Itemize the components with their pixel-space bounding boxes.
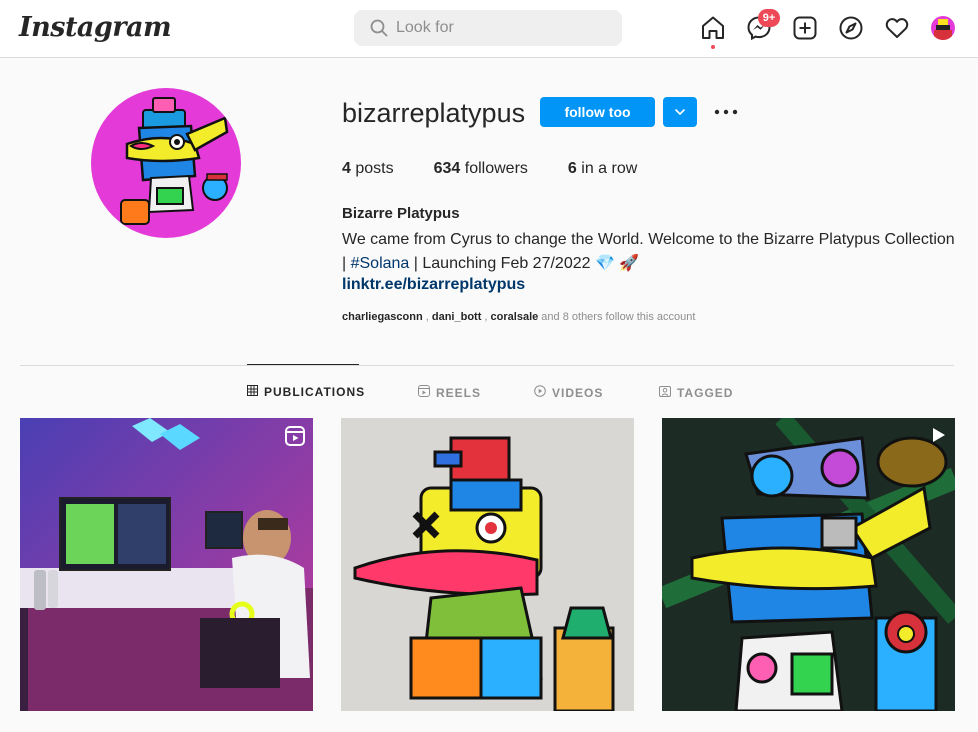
active-tab-indicator (247, 364, 359, 365)
follower-username[interactable]: dani_bott (432, 311, 482, 323)
search-icon (370, 19, 388, 42)
posts-count: 4 (342, 160, 351, 177)
tab-label: PUBLICATIONS (264, 385, 366, 399)
activity-heart-icon[interactable] (884, 15, 910, 41)
follower-username[interactable]: coralsale (491, 311, 539, 323)
reels-icon (285, 426, 305, 451)
tab-publications[interactable]: PUBLICATIONS (247, 385, 365, 399)
play-icon (929, 426, 947, 449)
active-indicator-dot (711, 45, 715, 49)
tabs-divider (20, 365, 954, 366)
new-post-icon[interactable] (792, 15, 818, 41)
more-options-button[interactable] (713, 102, 739, 122)
messenger-badge: 9+ (758, 9, 780, 27)
tab-tagged[interactable]: TAGGED (659, 385, 733, 400)
bio-prefix: | (342, 255, 351, 272)
bio-line-1: We came from Cyrus to change the World. … (342, 231, 955, 248)
profile-external-link[interactable]: linktr.ee/bizarreplatypus (342, 276, 525, 294)
tab-videos[interactable]: VIDEOS (534, 385, 603, 400)
posts-label: posts (355, 160, 394, 177)
top-navigation-bar: Instagram 9+ (0, 0, 978, 58)
follow-button[interactable]: follow too (540, 97, 655, 127)
post-image (20, 418, 313, 711)
grid-icon (247, 385, 258, 399)
profile-stats: 4 posts 634 followers 6 in a row (342, 160, 677, 178)
home-icon[interactable] (700, 15, 726, 41)
reels-icon (418, 385, 430, 400)
profile-bio: We came from Cyrus to change the World. … (342, 228, 957, 276)
profile-avatar[interactable] (91, 88, 241, 238)
chevron-down-icon (675, 109, 685, 115)
following-count: 6 (567, 160, 577, 177)
tab-label: VIDEOS (552, 385, 604, 400)
follower-username[interactable]: charliegasconn (342, 311, 423, 323)
tab-label: REELS (436, 385, 482, 400)
tab-label: TAGGED (677, 385, 734, 400)
followers-stat[interactable]: 634 followers (434, 160, 528, 178)
post-thumbnail[interactable] (20, 418, 313, 711)
explore-compass-icon[interactable] (838, 15, 864, 41)
tab-reels[interactable]: REELS (418, 385, 481, 400)
post-image (341, 418, 634, 711)
profile-avatar-small[interactable] (931, 16, 955, 40)
following-label: in a row (581, 160, 638, 177)
search-input[interactable] (396, 18, 606, 38)
following-stat[interactable]: 6 in a row (568, 160, 637, 178)
more-dots-icon (714, 109, 738, 115)
post-thumbnail[interactable] (341, 418, 634, 711)
instagram-logo[interactable]: Instagram (19, 12, 172, 43)
profile-username: bizarreplatypus (342, 98, 526, 128)
hashtag-link[interactable]: #Solana (351, 255, 410, 272)
suggested-accounts-dropdown-button[interactable] (663, 97, 697, 127)
profile-full-name: Bizarre Platypus (342, 205, 460, 222)
followed-by-rest: and 8 others follow this account (538, 311, 696, 323)
play-circle-icon (534, 385, 546, 400)
search-box[interactable] (354, 10, 622, 46)
posts-stat: 4 posts (342, 160, 394, 178)
post-image (662, 418, 955, 711)
followers-count: 634 (433, 160, 461, 177)
followers-label: followers (464, 160, 528, 177)
bio-suffix: | Launching Feb 27/2022 💎 🚀 (409, 255, 640, 272)
tagged-icon (659, 385, 671, 400)
post-thumbnail[interactable] (662, 418, 955, 711)
followed-by-text[interactable]: charliegasconn , dani_bott , coralsale a… (342, 311, 695, 323)
